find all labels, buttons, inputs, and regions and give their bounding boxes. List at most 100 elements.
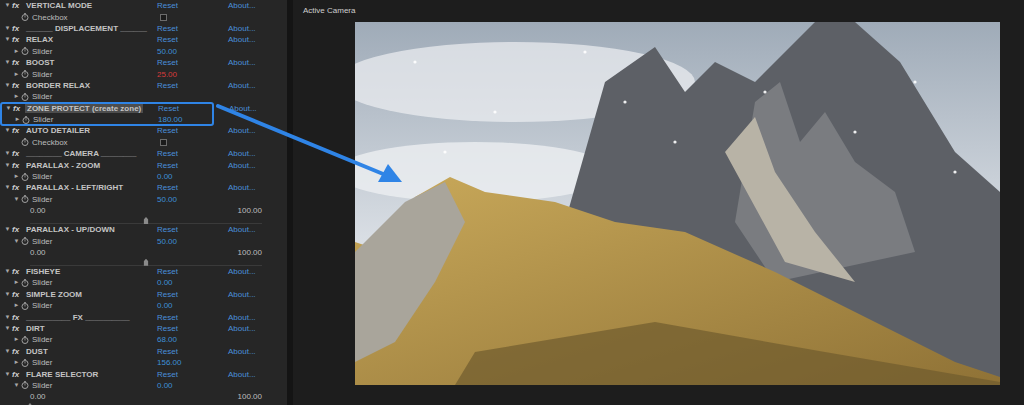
stopwatch[interactable] [21,173,32,181]
stopwatch[interactable] [21,47,32,55]
twisty[interactable]: ▼ [3,289,12,300]
param-row[interactable]: ►Slider156.00 [0,357,287,368]
twisty[interactable]: ► [13,114,22,125]
effect-label[interactable]: AUTO DETAILER [24,126,92,135]
stopwatch-icon[interactable] [21,336,29,344]
param-value[interactable]: 25.00 [157,69,177,80]
stopwatch-icon[interactable] [21,173,29,181]
param-value[interactable]: 50.00 [157,236,177,247]
fx-badge[interactable]: fx [12,182,22,193]
reset-link[interactable]: Reset [157,266,228,277]
effect-label[interactable]: __________ FX __________ [24,313,132,322]
twisty[interactable]: ▼ [3,160,12,171]
effect-label[interactable]: PARALLAX - LEFT/RIGHT [24,183,125,192]
param-row[interactable]: ►Slider180.00 [1,114,287,125]
twisty[interactable]: ▼ [3,182,12,193]
stopwatch[interactable] [21,336,32,344]
stopwatch[interactable] [21,237,32,245]
effect-row[interactable]: ▼fxRELAXResetAbout... [0,34,287,45]
twisty[interactable]: ► [12,91,21,102]
about-link[interactable]: About... [228,23,256,34]
effect-name[interactable]: PARALLAX - LEFT/RIGHT [22,182,157,193]
fx-badge[interactable]: fx [12,148,22,159]
about-link[interactable]: About... [228,224,256,235]
param-row[interactable]: ►Slider68.00 [0,334,287,345]
reset-link[interactable]: Reset [157,57,228,68]
effect-row[interactable]: ▼fxVERTICAL MODEResetAbout... [0,0,287,11]
stopwatch-icon[interactable] [21,138,29,146]
about-link[interactable]: About... [228,323,256,334]
twisty[interactable]: ► [12,277,21,288]
param-row[interactable]: ►Slider0.00 [0,171,287,182]
param-row[interactable]: ►Slider [0,91,287,102]
about-link[interactable]: About... [228,182,256,193]
param-row[interactable]: ►Slider25.00 [0,68,287,79]
effect-row[interactable]: ▼fxSIMPLE ZOOMResetAbout... [0,289,287,300]
param-value[interactable]: 0.00 [157,380,173,391]
checkbox[interactable] [160,14,167,21]
fx-badge[interactable]: fx [12,34,22,45]
effect-row[interactable]: ▼fxFISHEYEResetAbout... [0,266,287,277]
reset-link[interactable]: Reset [157,148,228,159]
effect-name[interactable]: AUTO DETAILER [22,125,157,136]
param-value[interactable]: 0.00 [157,277,173,288]
fx-badge[interactable]: fx [12,369,22,380]
slider-handle[interactable] [144,259,149,266]
reset-link[interactable]: Reset [157,80,228,91]
effect-label[interactable]: VERTICAL MODE [24,1,94,10]
fx-badge[interactable]: fx [12,312,22,323]
param-value[interactable]: 0.00 [157,171,173,182]
stopwatch[interactable] [21,93,32,101]
stopwatch[interactable] [21,279,32,287]
param-value[interactable]: 0.00 [157,300,173,311]
twisty[interactable]: ▼ [3,80,12,91]
reset-link[interactable]: Reset [157,289,228,300]
fx-badge[interactable]: fx [12,80,22,91]
effect-label[interactable]: RELAX [24,35,55,44]
fx-badge[interactable]: fx [12,266,22,277]
fx-badge[interactable]: fx [12,0,22,11]
slider-handle[interactable] [144,217,149,224]
stopwatch-icon[interactable] [21,195,29,203]
param-row[interactable]: ►Slider0.00 [0,277,287,288]
twisty[interactable]: ► [12,46,21,57]
checkbox[interactable] [160,139,167,146]
reset-link[interactable]: Reset [157,323,228,334]
twisty[interactable]: ► [12,357,21,368]
stopwatch-icon[interactable] [21,302,29,310]
param-row[interactable]: ▼Slider50.00 [0,194,287,205]
effect-row[interactable]: ▼fxPARALLAX - ZOOMResetAbout... [0,159,287,170]
stopwatch[interactable] [21,70,32,78]
stopwatch-icon[interactable] [21,279,29,287]
twisty[interactable]: ► [12,69,21,80]
checkbox-row[interactable]: Checkbox [0,11,287,22]
effect-label[interactable]: ________ CAMERA ________ [24,149,138,158]
effect-name[interactable]: PARALLAX - ZOOM [22,160,157,171]
effect-row[interactable]: ▼fx______ DISPLACEMENT ______ResetAbout.… [0,23,287,34]
effect-row[interactable]: ▼fx________ CAMERA ________ResetAbout... [0,148,287,159]
stopwatch[interactable] [22,116,33,124]
effect-label[interactable]: SIMPLE ZOOM [24,290,84,299]
stopwatch-icon[interactable] [21,381,29,389]
reset-link[interactable]: Reset [157,23,228,34]
effect-row[interactable]: ▼fxZONE PROTECT (create zone)ResetAbout.… [1,103,287,114]
stopwatch-icon[interactable] [21,13,29,21]
fx-badge[interactable]: fx [12,346,22,357]
reset-link[interactable]: Reset [157,312,228,323]
about-link[interactable]: About... [228,346,256,357]
about-link[interactable]: About... [228,148,256,159]
effect-name[interactable]: __________ FX __________ [22,312,157,323]
effect-name[interactable]: PARALLAX - UP/DOWN [22,224,157,235]
twisty[interactable]: ▼ [12,380,21,391]
stopwatch[interactable] [21,302,32,310]
reset-link[interactable]: Reset [157,346,228,357]
about-link[interactable]: About... [228,80,256,91]
reset-link[interactable]: Reset [157,224,228,235]
slider-track[interactable] [30,258,262,266]
twisty[interactable]: ▼ [3,34,12,45]
fx-badge[interactable]: fx [12,57,22,68]
twisty[interactable]: ▼ [3,57,12,68]
effect-label[interactable]: BOOST [24,58,56,67]
reset-link[interactable]: Reset [157,369,228,380]
slider-range[interactable]: 0.00100.00 [0,247,287,266]
